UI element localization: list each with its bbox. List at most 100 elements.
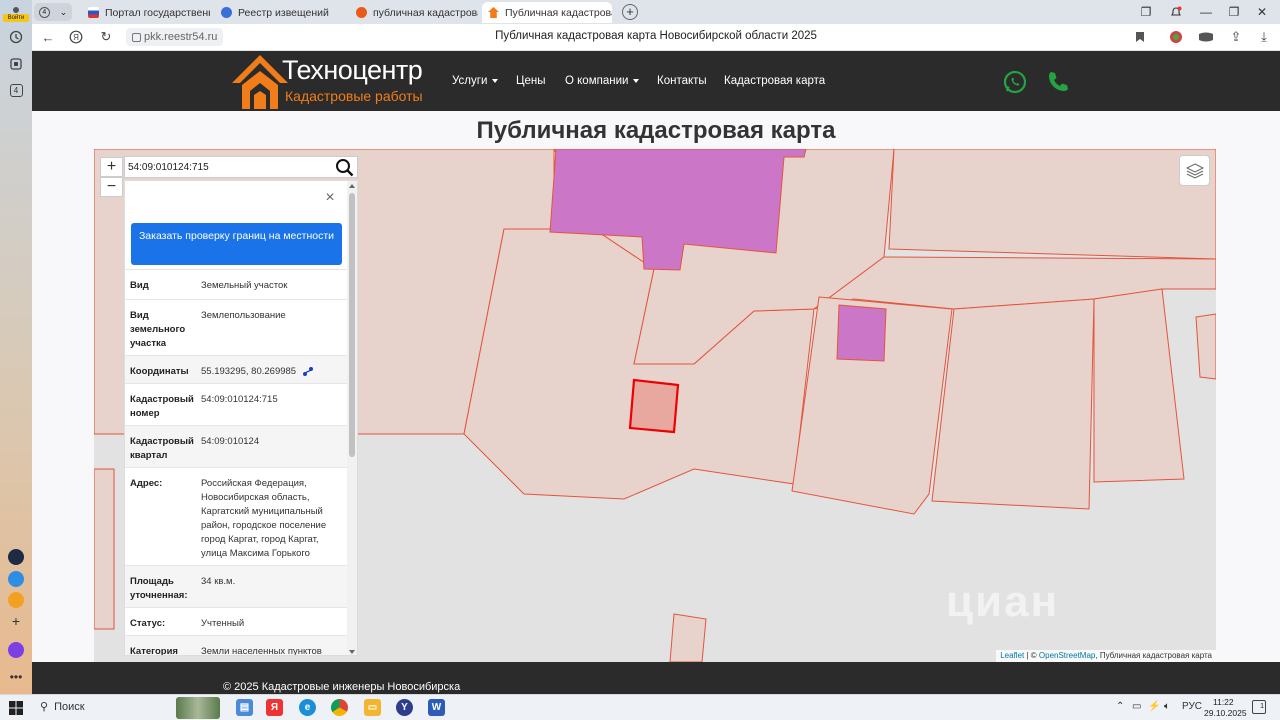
- route-icon[interactable]: [302, 366, 314, 377]
- zoom-out-button[interactable]: −: [100, 177, 123, 197]
- new-tab-button[interactable]: +: [622, 4, 638, 20]
- tab-manager-icon[interactable]: ❐: [1138, 4, 1154, 20]
- file-explorer-icon[interactable]: ▤: [236, 699, 253, 716]
- yandex-icon: [356, 7, 367, 18]
- browser-sidebar: Войти 4 + •••: [0, 0, 32, 694]
- prop-key: Площадь уточненная:: [130, 576, 188, 601]
- logo-name[interactable]: Техноцентр: [282, 55, 423, 86]
- volume-icon[interactable]: 🔈︎: [1164, 701, 1170, 712]
- notifications-icon[interactable]: [1168, 4, 1184, 20]
- reader-icon[interactable]: [1198, 29, 1214, 45]
- search-icon[interactable]: [335, 158, 354, 177]
- tab-title: Публичная кадастровая: [505, 6, 612, 19]
- share-icon[interactable]: ⇪: [1228, 29, 1244, 45]
- tab-title: Портал государственных: [105, 6, 210, 19]
- minimize-button[interactable]: —: [1198, 4, 1214, 20]
- prop-row-status: Статус: Учтенный: [125, 607, 349, 635]
- prop-value: Российская Федерация, Новосибирская обла…: [201, 478, 327, 559]
- house-logo-icon[interactable]: [230, 53, 290, 111]
- coordinates-text: 55.193295, 80.269985: [201, 366, 297, 377]
- yandex-browser-icon[interactable]: Я: [266, 699, 283, 716]
- flag-icon: [88, 7, 99, 18]
- parcel: [94, 468, 115, 630]
- popup-scrollbar[interactable]: [347, 181, 357, 655]
- tabs-count-icon[interactable]: 4: [7, 81, 25, 99]
- url-field[interactable]: pkk.reestr54.ru: [126, 28, 224, 46]
- site-logo-icon: [488, 7, 499, 18]
- prop-value-coordinates: 55.193295, 80.269985: [201, 365, 345, 379]
- yandex-app-icon[interactable]: Y: [396, 699, 413, 716]
- scroll-up-arrow-icon[interactable]: [349, 184, 355, 188]
- scroll-down-arrow-icon[interactable]: [349, 650, 355, 654]
- nav-contacts[interactable]: Контакты: [657, 75, 707, 87]
- prop-value: 54:09:010124:715: [201, 394, 278, 405]
- app-messenger-icon[interactable]: [8, 571, 24, 587]
- clock-time[interactable]: 11:22: [1213, 697, 1234, 707]
- restore-button[interactable]: ❐: [1226, 4, 1242, 20]
- taskbar-search-label: Поиск: [54, 701, 85, 713]
- tab-gosuslugi[interactable]: Портал государственных: [82, 2, 210, 23]
- add-app-icon[interactable]: +: [7, 612, 25, 630]
- profile-label[interactable]: Войти: [3, 14, 29, 22]
- downloads-icon[interactable]: ⤓: [1256, 29, 1272, 45]
- close-window-button[interactable]: ✕: [1254, 4, 1270, 20]
- word-icon[interactable]: W: [428, 699, 445, 716]
- nav-services[interactable]: Услуги: [452, 75, 499, 87]
- close-icon[interactable]: ×: [323, 190, 337, 206]
- battery-icon[interactable]: ⚡: [1148, 701, 1160, 712]
- collections-icon[interactable]: [7, 55, 25, 73]
- building: [836, 304, 887, 362]
- site-header: Техноцентр Кадастровые работы Услуги Цен…: [32, 51, 1280, 111]
- nav-label: Услуги: [452, 75, 488, 87]
- tab-yandex-search[interactable]: публичная кадастровая к: [350, 2, 478, 23]
- app-assistant-icon[interactable]: [8, 642, 24, 658]
- edge-icon[interactable]: e: [299, 699, 316, 716]
- nav-cadastral-map[interactable]: Кадастровая карта: [724, 75, 825, 87]
- bookmark-icon[interactable]: [1132, 29, 1148, 45]
- tab-group-count: 4: [38, 6, 50, 18]
- tab-group-switcher[interactable]: 4 ⌄: [34, 3, 72, 21]
- layers-button[interactable]: [1179, 155, 1210, 186]
- prop-row-cadastral-number: Кадастровый номер 54:09:010124:715: [125, 383, 349, 425]
- taskbar-search[interactable]: ⚲ Поиск: [40, 700, 85, 713]
- app-games-icon[interactable]: [8, 592, 24, 608]
- order-boundary-check-button[interactable]: Заказать проверку границ на местности: [131, 223, 342, 265]
- clock-date[interactable]: 29.10.2025: [1204, 708, 1247, 718]
- attribution-sep: | ©: [1024, 651, 1039, 660]
- nav-prices[interactable]: Цены: [516, 75, 546, 87]
- yandex-home-icon[interactable]: Я: [68, 29, 84, 45]
- notification-center-icon[interactable]: 1: [1252, 700, 1266, 714]
- app-alice-icon[interactable]: [8, 549, 24, 565]
- tab-pkk-active[interactable]: Публичная кадастровая ✕: [482, 2, 612, 23]
- parcel: [888, 149, 1216, 260]
- leaflet-link[interactable]: Leaflet: [1000, 651, 1024, 660]
- history-icon[interactable]: [7, 28, 25, 46]
- reload-icon[interactable]: ↻: [98, 29, 114, 45]
- cadastral-search: [124, 156, 358, 178]
- more-icon[interactable]: •••: [7, 668, 25, 686]
- whatsapp-icon[interactable]: [1003, 70, 1027, 94]
- back-icon[interactable]: ←: [40, 29, 56, 45]
- prop-value: Землепользование: [201, 310, 286, 321]
- prop-key: Вид: [130, 280, 149, 291]
- tab-reestr-izveshcheniy[interactable]: Реестр извещений: [215, 2, 345, 23]
- osm-link[interactable]: OpenStreetMap: [1039, 651, 1095, 660]
- chrome-icon[interactable]: [331, 699, 348, 716]
- widgets-image[interactable]: [176, 697, 220, 719]
- windows-start-icon[interactable]: [9, 701, 23, 715]
- layers-icon: [1185, 162, 1204, 179]
- scroll-thumb[interactable]: [349, 193, 355, 457]
- extension-icon[interactable]: [1168, 29, 1184, 45]
- emblem-icon: [221, 7, 232, 18]
- tray-expand-icon[interactable]: ⌃: [1116, 701, 1124, 712]
- folder-icon[interactable]: ▭: [364, 699, 381, 716]
- zoom-in-button[interactable]: +: [100, 157, 123, 177]
- prop-key: Кадастровый квартал: [130, 436, 194, 461]
- network-icon[interactable]: ▭: [1132, 701, 1141, 712]
- phone-icon[interactable]: [1046, 70, 1070, 94]
- language-indicator[interactable]: РУС: [1182, 701, 1202, 712]
- search-input[interactable]: [128, 159, 328, 176]
- search-icon: ⚲: [40, 701, 49, 713]
- nav-about[interactable]: О компании: [565, 75, 640, 87]
- selected-parcel: [628, 378, 680, 434]
